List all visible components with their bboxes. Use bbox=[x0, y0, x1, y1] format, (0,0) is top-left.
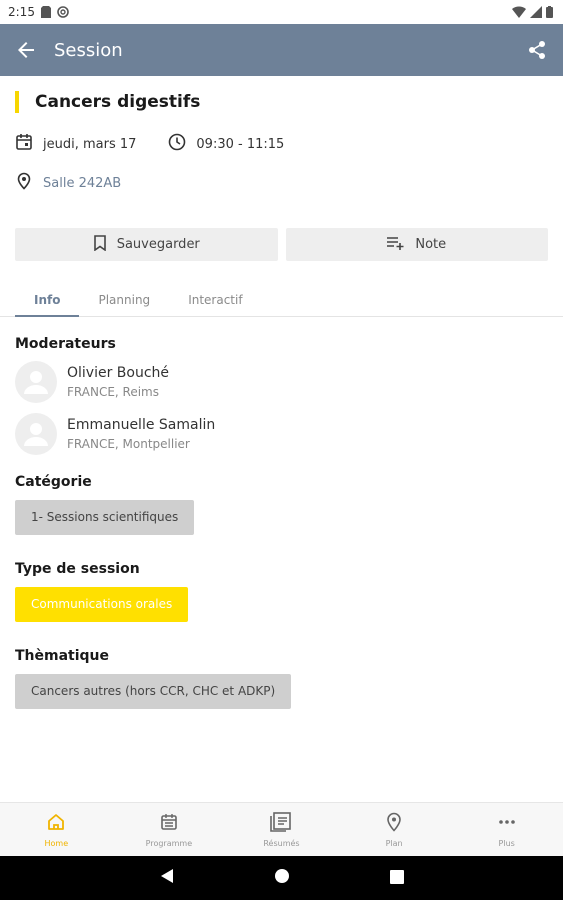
map-pin-icon bbox=[15, 172, 33, 194]
bottom-nav: Home Programme Résumés Plan Plus bbox=[0, 802, 563, 856]
nav-label-plan: Plan bbox=[385, 838, 403, 848]
moderator-item[interactable]: Emmanuelle Samalin FRANCE, Montpellier bbox=[15, 413, 548, 455]
nav-label-resumes: Résumés bbox=[263, 838, 300, 848]
system-nav-bar bbox=[0, 856, 563, 900]
title-accent-bar bbox=[15, 91, 19, 113]
session-type-chip[interactable]: Communications orales bbox=[15, 587, 189, 622]
at-sign-icon bbox=[57, 6, 69, 18]
share-icon[interactable] bbox=[525, 38, 549, 62]
back-arrow-icon[interactable] bbox=[14, 38, 38, 62]
moderator-country: FRANCE, Reims bbox=[67, 385, 159, 399]
page-title: Session bbox=[54, 39, 123, 61]
nav-item-resumes[interactable]: Résumés bbox=[225, 803, 338, 856]
abstracts-icon bbox=[270, 811, 292, 836]
more-icon bbox=[497, 812, 517, 836]
moderator-name: Emmanuelle Samalin bbox=[67, 417, 216, 433]
nav-label-plus: Plus bbox=[498, 838, 515, 848]
theme-heading: Thèmatique bbox=[15, 648, 110, 664]
moderator-list: Olivier Bouché FRANCE, Reims Emmanuelle … bbox=[15, 361, 548, 455]
nav-item-programme[interactable]: Programme bbox=[113, 803, 226, 856]
tab-info-label: Info bbox=[34, 292, 61, 307]
nav-label-programme: Programme bbox=[145, 838, 193, 848]
save-button-label: Sauvegarder bbox=[116, 237, 200, 252]
session-date-text: jeudi, mars 17 bbox=[43, 136, 137, 152]
calendar-icon bbox=[15, 133, 33, 155]
session-datetime: jeudi, mars 17 09:30 - 11:15 bbox=[15, 132, 548, 156]
tab-interactif-label: Interactif bbox=[188, 292, 243, 307]
nav-item-plan[interactable]: Plan bbox=[338, 803, 451, 856]
system-back-icon[interactable] bbox=[160, 868, 174, 888]
session-title: Cancers digestifs bbox=[35, 92, 201, 112]
moderator-name: Olivier Bouché bbox=[67, 365, 170, 381]
tab-planning-label: Planning bbox=[98, 292, 151, 307]
moderators-heading: Moderateurs bbox=[15, 336, 116, 352]
system-recents-icon[interactable] bbox=[389, 869, 404, 888]
nav-label-home: Home bbox=[44, 838, 69, 848]
map-pin-icon bbox=[385, 812, 403, 836]
category-chip[interactable]: 1- Sessions scientifiques bbox=[15, 500, 195, 535]
sd-card-icon bbox=[40, 6, 51, 18]
playlist-add-icon bbox=[387, 236, 405, 254]
system-home-icon[interactable] bbox=[274, 868, 290, 888]
session-tabs: Info Planning Interactif bbox=[0, 283, 563, 317]
wifi-icon bbox=[512, 6, 526, 18]
bookmark-icon bbox=[93, 234, 107, 255]
avatar bbox=[15, 361, 57, 403]
app-bar: Session bbox=[0, 24, 563, 76]
save-button[interactable]: Sauvegarder bbox=[15, 228, 278, 261]
tab-info[interactable]: Info bbox=[15, 283, 80, 317]
status-bar: 2:15 bbox=[0, 0, 563, 24]
tab-interactif[interactable]: Interactif bbox=[169, 283, 261, 316]
nav-item-plus[interactable]: Plus bbox=[450, 803, 563, 856]
avatar bbox=[15, 413, 57, 455]
signal-icon bbox=[530, 6, 542, 18]
session-content: Cancers digestifs jeudi, mars 17 09:30 -… bbox=[0, 90, 563, 709]
home-icon bbox=[46, 812, 66, 836]
session-location[interactable]: Salle 242AB bbox=[15, 171, 548, 195]
session-date: jeudi, mars 17 bbox=[15, 133, 136, 155]
location-text[interactable]: Salle 242AB bbox=[43, 176, 121, 191]
status-time: 2:15 bbox=[8, 5, 35, 19]
battery-icon bbox=[546, 6, 553, 18]
action-buttons: Sauvegarder Note bbox=[15, 228, 548, 261]
session-time-text: 09:30 - 11:15 bbox=[196, 136, 285, 152]
person-icon bbox=[24, 371, 48, 394]
note-button-label: Note bbox=[415, 237, 447, 252]
moderator-country: FRANCE, Montpellier bbox=[67, 437, 190, 451]
note-button[interactable]: Note bbox=[285, 228, 548, 261]
clock-icon bbox=[168, 133, 186, 155]
theme-chip[interactable]: Cancers autres (hors CCR, CHC et ADKP) bbox=[15, 674, 292, 709]
session-title-row: Cancers digestifs bbox=[15, 90, 548, 114]
nav-item-home[interactable]: Home bbox=[0, 803, 113, 856]
session-type-heading: Type de session bbox=[15, 561, 140, 577]
category-heading: Catégorie bbox=[15, 474, 92, 490]
moderator-item[interactable]: Olivier Bouché FRANCE, Reims bbox=[15, 361, 548, 403]
calendar-icon bbox=[159, 812, 179, 836]
tab-planning[interactable]: Planning bbox=[79, 283, 169, 316]
person-icon bbox=[24, 423, 48, 446]
location-item[interactable]: Salle 242AB bbox=[15, 172, 121, 194]
session-time: 09:30 - 11:15 bbox=[168, 133, 284, 155]
